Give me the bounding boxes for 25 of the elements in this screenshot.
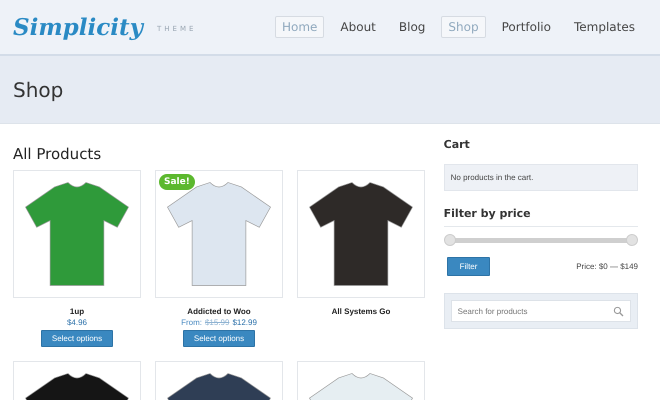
widget-title: Cart [444,138,471,153]
product-price: From: $15.99 $12.99 [181,318,257,327]
product-price: $4.96 [66,318,88,327]
widget-title: Filter by price [444,207,638,227]
product-name[interactable]: All Systems Go [332,307,390,316]
nav-link[interactable]: Templates [566,16,642,38]
product-name[interactable]: 1up [70,307,84,316]
select-options-button[interactable]: Select options [182,330,256,347]
price-slider[interactable] [444,234,638,246]
section-heading: All Products [13,145,102,163]
sale-badge: Sale! [159,174,195,190]
slider-handle[interactable] [626,234,638,246]
filter-button[interactable]: Filter [446,257,490,276]
page-title: Shop [13,78,64,102]
search-field[interactable]: Search for products [450,300,631,322]
cart-message: No products in the cart. [444,164,638,191]
nav-link[interactable]: About [333,16,383,38]
select-options-button[interactable]: Select options [40,330,114,347]
search-icon[interactable] [613,306,624,317]
slider-handle[interactable] [444,234,456,246]
nav-link[interactable]: Blog [392,16,432,38]
price-range: Price: $0 — $149 [576,262,638,271]
product-name[interactable]: Addicted to Woo [187,307,251,316]
nav-link[interactable]: Portfolio [494,16,558,38]
product-card[interactable] [297,170,425,298]
